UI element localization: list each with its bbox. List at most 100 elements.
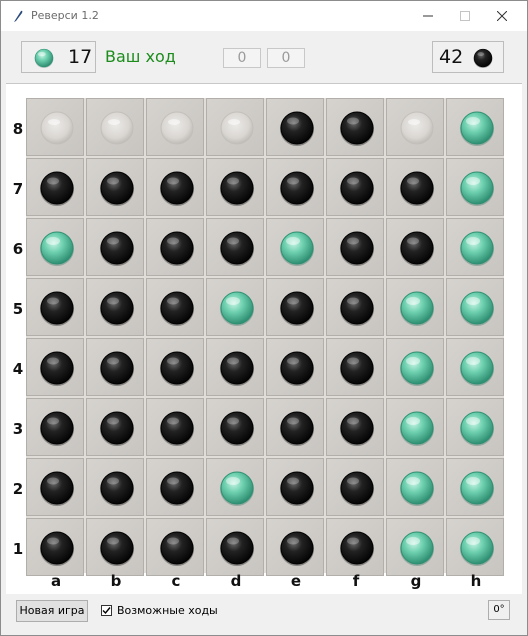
- info-bar: 17 Ваш ход 0 0 42: [1, 31, 527, 83]
- board-cell-e3[interactable]: [266, 398, 324, 456]
- game-board: [26, 98, 504, 576]
- black-disc: [159, 531, 195, 566]
- board-cell-a4[interactable]: [26, 338, 84, 396]
- board-cell-h4[interactable]: [446, 338, 504, 396]
- board-cell-a5[interactable]: [26, 278, 84, 336]
- board-cell-c8[interactable]: [146, 98, 204, 156]
- board-cell-d2[interactable]: [206, 458, 264, 516]
- new-game-button[interactable]: Новая игра: [16, 600, 88, 622]
- teal-disc: [399, 531, 435, 566]
- title-bar: Реверси 1.2: [1, 1, 527, 31]
- board-cell-f7[interactable]: [326, 158, 384, 216]
- board-cell-a8[interactable]: [26, 98, 84, 156]
- board-cell-g3[interactable]: [386, 398, 444, 456]
- board-cell-f1[interactable]: [326, 518, 384, 576]
- board-cell-g2[interactable]: [386, 458, 444, 516]
- board-cell-d3[interactable]: [206, 398, 264, 456]
- board-cell-c6[interactable]: [146, 218, 204, 276]
- board-cell-g4[interactable]: [386, 338, 444, 396]
- black-disc: [39, 411, 75, 446]
- board-cell-a2[interactable]: [26, 458, 84, 516]
- hint-disc[interactable]: [399, 110, 435, 146]
- board-cell-b7[interactable]: [86, 158, 144, 216]
- board-cell-f5[interactable]: [326, 278, 384, 336]
- rotate-button[interactable]: 0°: [488, 600, 510, 620]
- teal-disc: [459, 411, 495, 446]
- board-cell-e8[interactable]: [266, 98, 324, 156]
- board-cell-h2[interactable]: [446, 458, 504, 516]
- board-cell-h8[interactable]: [446, 98, 504, 156]
- black-disc: [159, 231, 195, 266]
- board-cell-h3[interactable]: [446, 398, 504, 456]
- board-cell-b8[interactable]: [86, 98, 144, 156]
- board-cell-f2[interactable]: [326, 458, 384, 516]
- board-cell-f4[interactable]: [326, 338, 384, 396]
- hint-disc[interactable]: [99, 110, 135, 146]
- board-cell-h7[interactable]: [446, 158, 504, 216]
- counter-left: 0: [223, 48, 261, 68]
- board-cell-e4[interactable]: [266, 338, 324, 396]
- rank-label: 3: [12, 420, 24, 438]
- board-cell-a1[interactable]: [26, 518, 84, 576]
- board-cell-d7[interactable]: [206, 158, 264, 216]
- board-cell-d4[interactable]: [206, 338, 264, 396]
- black-disc: [399, 231, 435, 266]
- board-cell-d5[interactable]: [206, 278, 264, 336]
- board-cell-c5[interactable]: [146, 278, 204, 336]
- board-cell-f6[interactable]: [326, 218, 384, 276]
- black-disc: [39, 291, 75, 326]
- board-cell-a3[interactable]: [26, 398, 84, 456]
- board-cell-g8[interactable]: [386, 98, 444, 156]
- board-cell-g7[interactable]: [386, 158, 444, 216]
- board-cell-b1[interactable]: [86, 518, 144, 576]
- turn-status: Ваш ход: [105, 47, 176, 66]
- hint-disc[interactable]: [219, 110, 255, 146]
- black-disc: [159, 351, 195, 386]
- board-cell-f8[interactable]: [326, 98, 384, 156]
- board-cell-e7[interactable]: [266, 158, 324, 216]
- teal-disc: [399, 471, 435, 506]
- black-disc: [279, 171, 315, 206]
- board-cell-c1[interactable]: [146, 518, 204, 576]
- board-cell-c2[interactable]: [146, 458, 204, 516]
- maximize-button[interactable]: [446, 1, 484, 31]
- board-cell-a6[interactable]: [26, 218, 84, 276]
- board-cell-b2[interactable]: [86, 458, 144, 516]
- board-cell-e2[interactable]: [266, 458, 324, 516]
- board-cell-e5[interactable]: [266, 278, 324, 336]
- board-cell-c4[interactable]: [146, 338, 204, 396]
- board-cell-a7[interactable]: [26, 158, 84, 216]
- close-button[interactable]: [483, 1, 521, 31]
- file-label: g: [410, 572, 422, 590]
- possible-moves-checkbox[interactable]: [101, 605, 112, 616]
- board-cell-c7[interactable]: [146, 158, 204, 216]
- board-cell-g6[interactable]: [386, 218, 444, 276]
- board-cell-h5[interactable]: [446, 278, 504, 336]
- teal-disc: [39, 231, 75, 266]
- board-cell-b3[interactable]: [86, 398, 144, 456]
- board-cell-c3[interactable]: [146, 398, 204, 456]
- board-cell-h6[interactable]: [446, 218, 504, 276]
- minimize-button[interactable]: [409, 1, 447, 31]
- black-disc: [339, 231, 375, 266]
- board-panel: 8 7 6 5 4 3 2 1 a b c d e f g h: [6, 83, 522, 594]
- board-cell-h1[interactable]: [446, 518, 504, 576]
- board-cell-g5[interactable]: [386, 278, 444, 336]
- board-cell-g1[interactable]: [386, 518, 444, 576]
- board-cell-d1[interactable]: [206, 518, 264, 576]
- board-cell-b6[interactable]: [86, 218, 144, 276]
- board-cell-e6[interactable]: [266, 218, 324, 276]
- rank-label: 4: [12, 360, 24, 378]
- board-cell-f3[interactable]: [326, 398, 384, 456]
- board-cell-b5[interactable]: [86, 278, 144, 336]
- board-cell-d8[interactable]: [206, 98, 264, 156]
- board-cell-e1[interactable]: [266, 518, 324, 576]
- board-cell-d6[interactable]: [206, 218, 264, 276]
- teal-disc-icon: [34, 48, 54, 68]
- hint-disc[interactable]: [39, 110, 75, 146]
- black-disc: [159, 471, 195, 506]
- board-cell-b4[interactable]: [86, 338, 144, 396]
- hint-disc[interactable]: [159, 110, 195, 146]
- file-label: e: [290, 572, 302, 590]
- black-disc: [159, 411, 195, 446]
